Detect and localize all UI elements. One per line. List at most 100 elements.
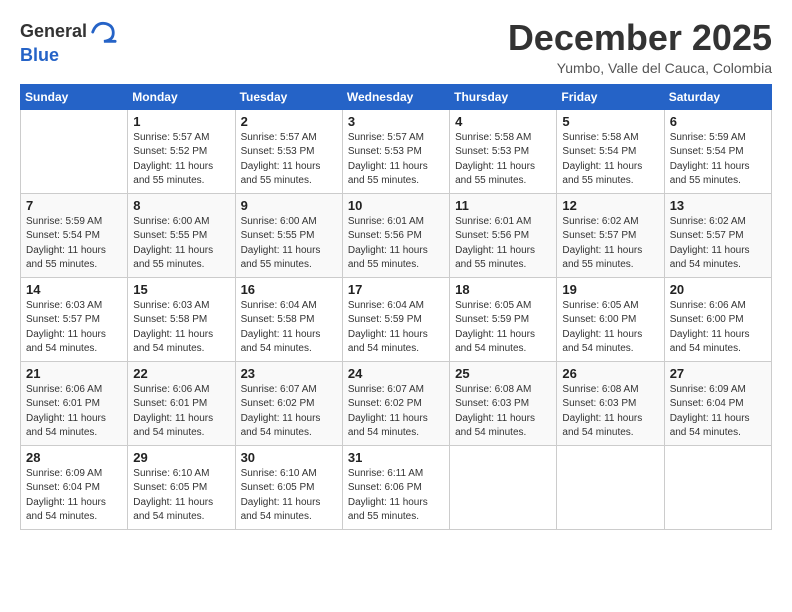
header: General Blue December 2025 Yumbo, Valle … <box>20 18 772 76</box>
calendar-cell: 26Sunrise: 6:08 AM Sunset: 6:03 PM Dayli… <box>557 361 664 445</box>
day-number: 4 <box>455 114 551 129</box>
day-info: Sunrise: 5:57 AM Sunset: 5:52 PM Dayligh… <box>133 131 229 189</box>
day-number: 1 <box>133 114 229 129</box>
calendar-cell: 28 Sunrise: 6:09 AM Sunset: 6:04 PM Dayli… <box>21 445 128 529</box>
day-info: Sunrise: 6:02 AM Sunset: 5:57 PM Dayligh… <box>562 215 658 273</box>
day-info: Sunrise: 6:01 AM Sunset: 5:56 PM Dayligh… <box>455 215 551 273</box>
calendar-cell: 3 Sunrise: 5:57 AM Sunset: 5:53 PM Daylig… <box>342 109 449 193</box>
day-info: Sunrise: 5:57 AM Sunset: 5:53 PM Dayligh… <box>348 131 444 189</box>
calendar-cell: 21Sunrise: 6:06 AM Sunset: 6:01 PM Dayli… <box>21 361 128 445</box>
calendar-cell: 15 Sunrise: 6:03 AM Sunset: 5:58 PM Dayli… <box>128 277 235 361</box>
day-number: 30 <box>241 450 337 465</box>
calendar-week-row: 14Sunrise: 6:03 AM Sunset: 5:57 PM Dayli… <box>21 277 772 361</box>
calendar-cell: 5Sunrise: 5:58 AM Sunset: 5:54 PM Daylig… <box>557 109 664 193</box>
day-info: Sunrise: 6:05 AM Sunset: 6:00 PM Dayligh… <box>562 299 658 357</box>
day-number: 2 <box>241 114 337 129</box>
day-number: 18 <box>455 282 551 297</box>
day-number: 21 <box>26 366 122 381</box>
day-info: Sunrise: 6:00 AM Sunset: 5:55 PM Dayligh… <box>241 215 337 273</box>
calendar-cell: 20 Sunrise: 6:06 AM Sunset: 6:00 PM Dayli… <box>664 277 771 361</box>
day-info: Sunrise: 6:00 AM Sunset: 5:55 PM Dayligh… <box>133 215 229 273</box>
day-number: 5 <box>562 114 658 129</box>
day-number: 28 <box>26 450 122 465</box>
day-number: 15 <box>133 282 229 297</box>
day-number: 24 <box>348 366 444 381</box>
day-of-week-header: Thursday <box>450 84 557 109</box>
day-number: 11 <box>455 198 551 213</box>
day-info: Sunrise: 6:07 AM Sunset: 6:02 PM Dayligh… <box>348 383 444 441</box>
month-title: December 2025 <box>508 18 772 58</box>
calendar-week-row: 1 Sunrise: 5:57 AM Sunset: 5:52 PM Daylig… <box>21 109 772 193</box>
calendar-cell: 11 Sunrise: 6:01 AM Sunset: 5:56 PM Dayli… <box>450 193 557 277</box>
day-info: Sunrise: 6:06 AM Sunset: 6:01 PM Dayligh… <box>133 383 229 441</box>
day-info: Sunrise: 6:08 AM Sunset: 6:03 PM Dayligh… <box>562 383 658 441</box>
day-number: 19 <box>562 282 658 297</box>
day-of-week-header: Friday <box>557 84 664 109</box>
calendar-cell: 23 Sunrise: 6:07 AM Sunset: 6:02 PM Dayli… <box>235 361 342 445</box>
calendar-week-row: 21 Sunrise: 6:06 AM Sunset: 6:01 PM Dayli… <box>21 361 772 445</box>
logo-icon <box>89 18 117 46</box>
calendar-week-row: 28 Sunrise: 6:09 AM Sunset: 6:04 PM Dayli… <box>21 445 772 529</box>
day-info: Sunrise: 6:06 AM Sunset: 6:00 PM Dayligh… <box>670 299 766 357</box>
day-info: Sunrise: 5:58 AM Sunset: 5:53 PM Dayligh… <box>455 131 551 189</box>
calendar-cell: 10 Sunrise: 6:01 AM Sunset: 5:56 PM Dayli… <box>342 193 449 277</box>
day-of-week-header: Saturday <box>664 84 771 109</box>
calendar-cell: 12Sunrise: 6:02 AM Sunset: 5:57 PM Dayli… <box>557 193 664 277</box>
day-info: Sunrise: 6:03 AM Sunset: 5:57 PM Dayligh… <box>26 299 122 357</box>
logo: General Blue <box>20 18 117 66</box>
calendar-cell: 30 Sunrise: 6:10 AM Sunset: 6:05 PM Dayli… <box>235 445 342 529</box>
logo-blue: Blue <box>20 45 59 65</box>
calendar-cell: 4 Sunrise: 5:58 AM Sunset: 5:53 PM Daylig… <box>450 109 557 193</box>
day-number: 31 <box>348 450 444 465</box>
calendar-cell <box>21 109 128 193</box>
calendar-cell: 19 Sunrise: 6:05 AM Sunset: 6:00 PM Dayli… <box>557 277 664 361</box>
day-number: 29 <box>133 450 229 465</box>
location: Yumbo, Valle del Cauca, Colombia <box>508 60 772 76</box>
day-number: 27 <box>670 366 766 381</box>
calendar-cell: 6 Sunrise: 5:59 AM Sunset: 5:54 PM Daylig… <box>664 109 771 193</box>
day-info: Sunrise: 6:08 AM Sunset: 6:03 PM Dayligh… <box>455 383 551 441</box>
day-of-week-header: Tuesday <box>235 84 342 109</box>
day-info: Sunrise: 5:59 AM Sunset: 5:54 PM Dayligh… <box>670 131 766 189</box>
calendar-cell: 27 Sunrise: 6:09 AM Sunset: 6:04 PM Dayli… <box>664 361 771 445</box>
calendar-cell <box>557 445 664 529</box>
day-number: 3 <box>348 114 444 129</box>
day-number: 20 <box>670 282 766 297</box>
calendar-cell: 22 Sunrise: 6:06 AM Sunset: 6:01 PM Dayli… <box>128 361 235 445</box>
day-info: Sunrise: 6:07 AM Sunset: 6:02 PM Dayligh… <box>241 383 337 441</box>
day-number: 6 <box>670 114 766 129</box>
day-number: 23 <box>241 366 337 381</box>
day-number: 7 <box>26 198 122 213</box>
day-info: Sunrise: 6:04 AM Sunset: 5:59 PM Dayligh… <box>348 299 444 357</box>
calendar-cell: 17 Sunrise: 6:04 AM Sunset: 5:59 PM Dayli… <box>342 277 449 361</box>
calendar-cell: 2 Sunrise: 5:57 AM Sunset: 5:53 PM Daylig… <box>235 109 342 193</box>
day-info: Sunrise: 6:10 AM Sunset: 6:05 PM Dayligh… <box>133 467 229 525</box>
day-info: Sunrise: 6:09 AM Sunset: 6:04 PM Dayligh… <box>670 383 766 441</box>
calendar-cell: 25Sunrise: 6:08 AM Sunset: 6:03 PM Dayli… <box>450 361 557 445</box>
day-info: Sunrise: 6:03 AM Sunset: 5:58 PM Dayligh… <box>133 299 229 357</box>
calendar-header-row: SundayMondayTuesdayWednesdayThursdayFrid… <box>21 84 772 109</box>
calendar-cell: 18 Sunrise: 6:05 AM Sunset: 5:59 PM Dayli… <box>450 277 557 361</box>
day-info: Sunrise: 5:59 AM Sunset: 5:54 PM Dayligh… <box>26 215 122 273</box>
day-info: Sunrise: 6:05 AM Sunset: 5:59 PM Dayligh… <box>455 299 551 357</box>
day-info: Sunrise: 6:10 AM Sunset: 6:05 PM Dayligh… <box>241 467 337 525</box>
day-info: Sunrise: 6:09 AM Sunset: 6:04 PM Dayligh… <box>26 467 122 525</box>
title-block: December 2025 Yumbo, Valle del Cauca, Co… <box>508 18 772 76</box>
day-info: Sunrise: 6:02 AM Sunset: 5:57 PM Dayligh… <box>670 215 766 273</box>
calendar-cell: 14Sunrise: 6:03 AM Sunset: 5:57 PM Dayli… <box>21 277 128 361</box>
calendar-cell: 7 Sunrise: 5:59 AM Sunset: 5:54 PM Daylig… <box>21 193 128 277</box>
day-number: 8 <box>133 198 229 213</box>
day-number: 16 <box>241 282 337 297</box>
day-of-week-header: Monday <box>128 84 235 109</box>
day-number: 10 <box>348 198 444 213</box>
day-info: Sunrise: 5:57 AM Sunset: 5:53 PM Dayligh… <box>241 131 337 189</box>
day-info: Sunrise: 6:01 AM Sunset: 5:56 PM Dayligh… <box>348 215 444 273</box>
day-number: 13 <box>670 198 766 213</box>
calendar-cell: 1 Sunrise: 5:57 AM Sunset: 5:52 PM Daylig… <box>128 109 235 193</box>
day-number: 17 <box>348 282 444 297</box>
calendar-table: SundayMondayTuesdayWednesdayThursdayFrid… <box>20 84 772 530</box>
day-number: 22 <box>133 366 229 381</box>
day-number: 9 <box>241 198 337 213</box>
day-info: Sunrise: 6:11 AM Sunset: 6:06 PM Dayligh… <box>348 467 444 525</box>
calendar-cell: 8 Sunrise: 6:00 AM Sunset: 5:55 PM Daylig… <box>128 193 235 277</box>
